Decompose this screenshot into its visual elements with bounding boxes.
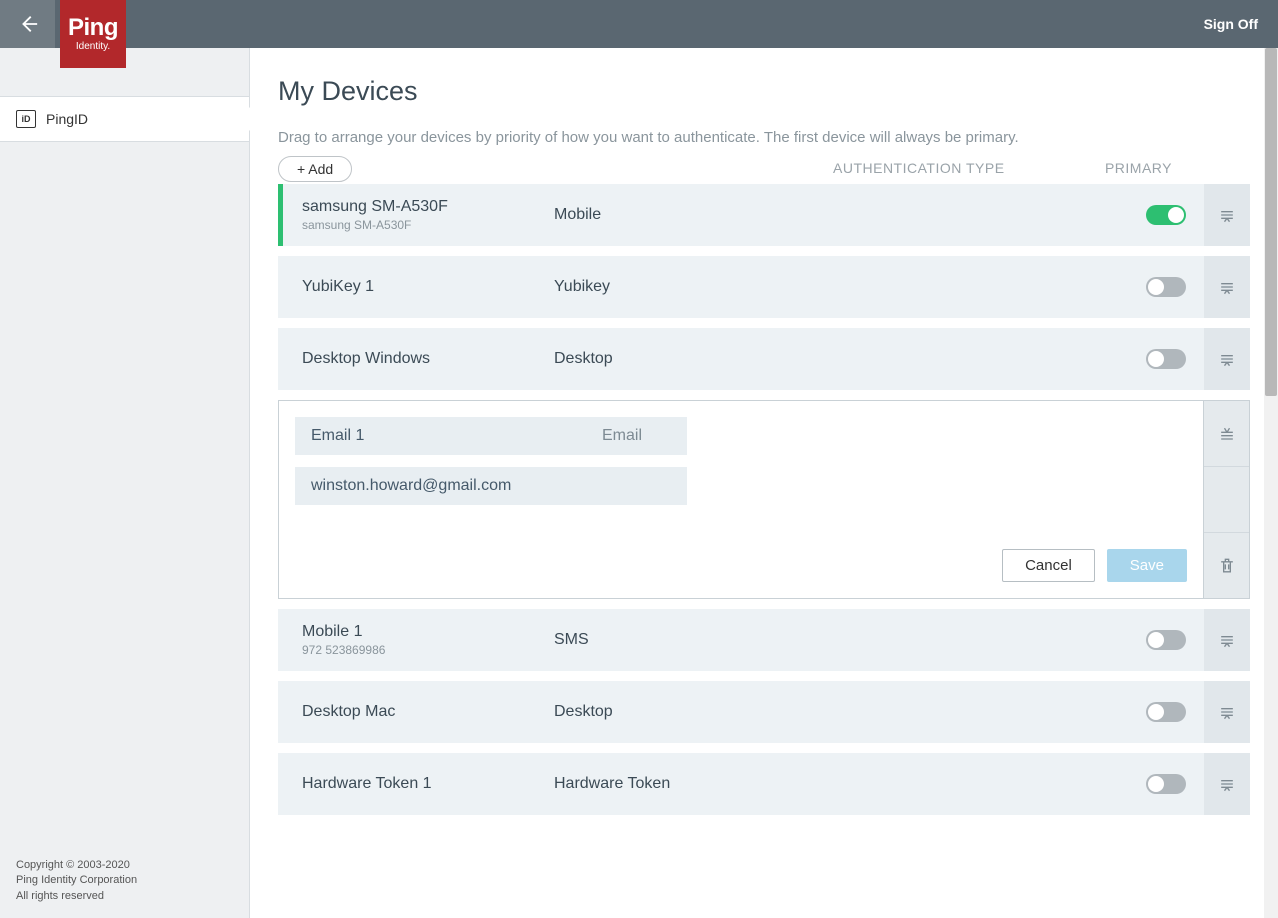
primary-toggle[interactable] — [1146, 630, 1186, 650]
device-subtext: samsung SM-A530F — [302, 218, 554, 232]
drag-handle[interactable] — [1204, 328, 1250, 390]
device-type: Desktop — [554, 350, 1146, 368]
copyright: Copyright © 2003-2020 Ping Identity Corp… — [16, 858, 137, 904]
edit-email-field[interactable]: winston.howard@gmail.com — [295, 467, 687, 505]
edit-type-label: Email — [557, 417, 687, 455]
device-name: Mobile 1 — [302, 623, 554, 641]
scrollbar-thumb[interactable] — [1265, 48, 1277, 396]
add-button[interactable]: + Add — [278, 156, 352, 182]
page-subtitle: Drag to arrange your devices by priority… — [278, 129, 1250, 146]
scrollbar[interactable] — [1264, 48, 1278, 918]
sidebar: iD PingID Copyright © 2003-2020 Ping Ide… — [0, 48, 250, 918]
device-name: Hardware Token 1 — [302, 775, 554, 793]
primary-toggle[interactable] — [1146, 277, 1186, 297]
device-name: YubiKey 1 — [302, 278, 554, 296]
primary-toggle[interactable] — [1146, 702, 1186, 722]
column-primary: PRIMARY — [1105, 160, 1172, 176]
device-name: Desktop Windows — [302, 350, 554, 368]
page-title: My Devices — [278, 76, 1250, 107]
device-row[interactable]: Hardware Token 1 Hardware Token — [278, 753, 1250, 815]
save-button[interactable]: Save — [1107, 549, 1187, 582]
spacer — [1204, 467, 1249, 533]
device-subtext: 972 523869986 — [302, 643, 554, 657]
back-button[interactable] — [0, 0, 55, 48]
cancel-button[interactable]: Cancel — [1002, 549, 1095, 582]
device-name: Desktop Mac — [302, 703, 554, 721]
device-name: samsung SM-A530F — [302, 198, 554, 216]
arrow-left-icon — [17, 13, 39, 35]
collapse-button[interactable] — [1204, 401, 1249, 467]
topbar: Sign Off — [0, 0, 1278, 48]
device-edit-card: Email 1 Email winston.howard@gmail.com C… — [278, 400, 1250, 599]
device-row[interactable]: samsung SM-A530F samsung SM-A530F Mobile — [283, 184, 1250, 246]
main-content: My Devices Drag to arrange your devices … — [250, 48, 1278, 918]
drag-handle[interactable] — [1204, 256, 1250, 318]
device-type: Yubikey — [554, 278, 1146, 296]
column-auth-type: AUTHENTICATION TYPE — [833, 160, 1005, 176]
delete-button[interactable] — [1204, 533, 1249, 598]
drag-handle[interactable] — [1204, 753, 1250, 815]
drag-handle[interactable] — [1204, 681, 1250, 743]
device-row[interactable]: Desktop Windows Desktop — [278, 328, 1250, 390]
device-type: Mobile — [554, 206, 1146, 224]
device-row[interactable]: YubiKey 1 Yubikey — [278, 256, 1250, 318]
edit-name-field[interactable]: Email 1 — [295, 417, 557, 455]
primary-toggle[interactable] — [1146, 349, 1186, 369]
sidebar-item-label: PingID — [46, 111, 88, 127]
sidebar-item-pingid[interactable]: iD PingID — [0, 96, 249, 142]
drag-handle[interactable] — [1204, 609, 1250, 671]
sign-off-link[interactable]: Sign Off — [1204, 16, 1258, 32]
device-type: Hardware Token — [554, 775, 1146, 793]
device-type: Desktop — [554, 703, 1146, 721]
device-row[interactable]: Mobile 1 972 523869986 SMS — [278, 609, 1250, 671]
drag-handle[interactable] — [1204, 184, 1250, 246]
device-row[interactable]: Desktop Mac Desktop — [278, 681, 1250, 743]
device-type: SMS — [554, 631, 1146, 649]
pingid-icon: iD — [16, 110, 36, 128]
column-headers: AUTHENTICATION TYPE PRIMARY — [278, 160, 1250, 176]
brand-logo: Ping Identity. — [60, 0, 126, 68]
primary-toggle[interactable] — [1146, 205, 1186, 225]
edit-side-actions — [1204, 400, 1250, 599]
primary-toggle[interactable] — [1146, 774, 1186, 794]
